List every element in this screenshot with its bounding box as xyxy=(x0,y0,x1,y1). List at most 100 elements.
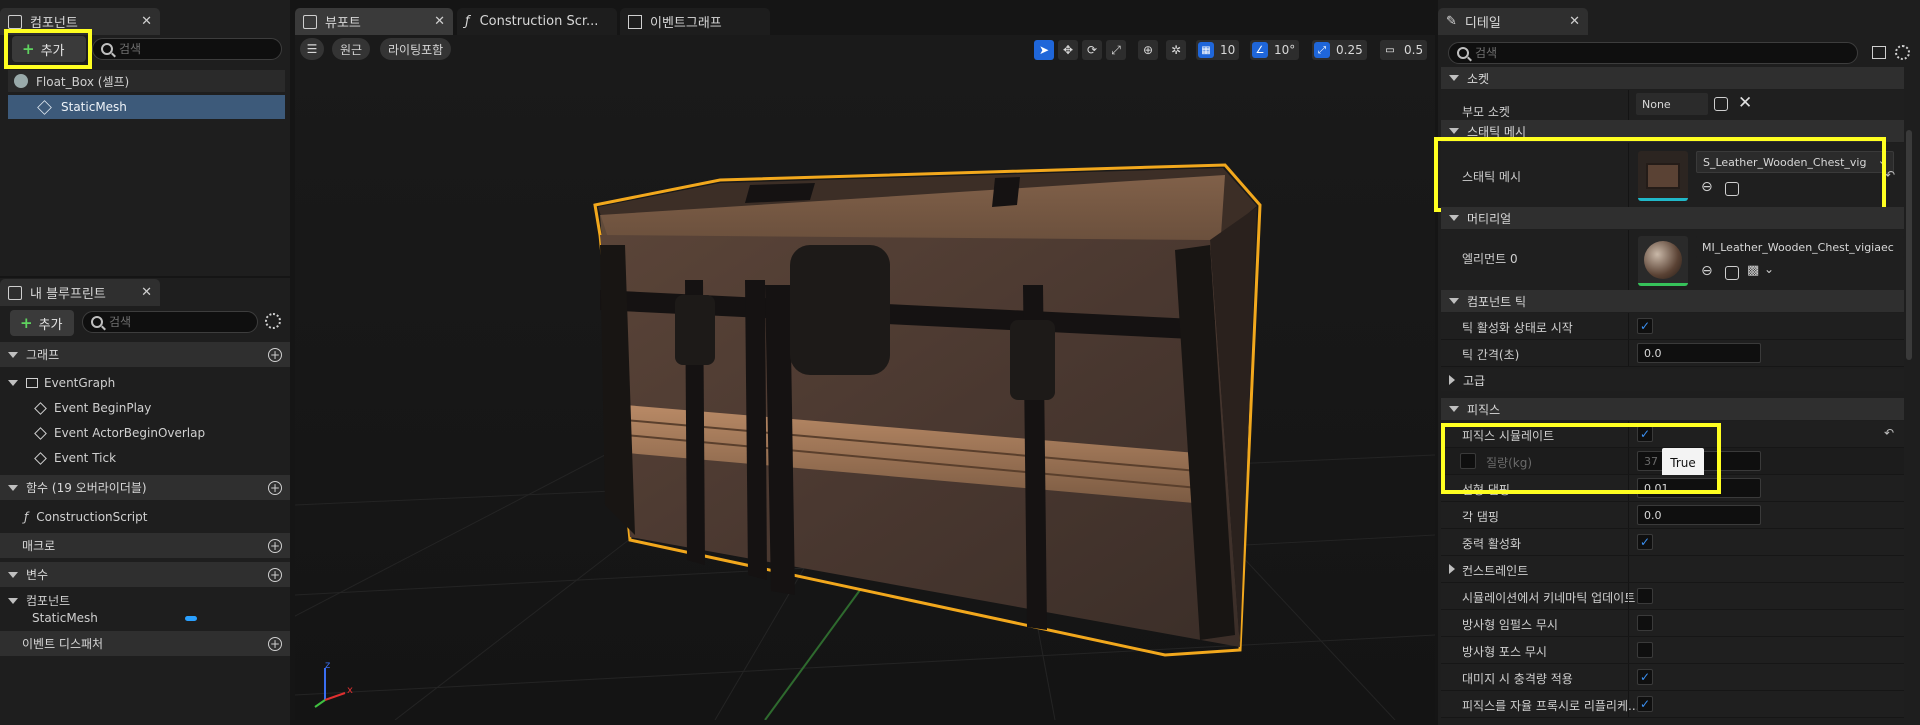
materials-section[interactable]: 머티리얼 xyxy=(1441,207,1904,229)
blueprint-search[interactable] xyxy=(82,311,258,333)
scale-snap-control[interactable]: ⤢ 0.25 xyxy=(1312,40,1367,60)
event-item[interactable]: Event BeginPlay xyxy=(34,401,151,415)
tab-viewport[interactable]: 뷰포트 ✕ xyxy=(295,8,453,35)
angular-damping-field[interactable]: 0.0 xyxy=(1637,505,1761,525)
browse-mesh-icon[interactable] xyxy=(1725,182,1739,196)
macros-section[interactable]: 매크로 + xyxy=(0,533,290,558)
checker-icon[interactable]: ▩ xyxy=(1747,263,1759,278)
reset-icon[interactable]: ↶ xyxy=(1884,426,1894,440)
close-icon[interactable]: ✕ xyxy=(434,14,445,29)
clear-icon[interactable]: ✕ xyxy=(1738,93,1752,113)
functions-section[interactable]: 함수 (19 오버라이더블) + xyxy=(0,475,290,500)
select-tool-icon[interactable]: ➤ xyxy=(1034,40,1054,60)
gear-icon[interactable] xyxy=(1895,45,1910,60)
add-function-icon[interactable]: + xyxy=(268,480,282,495)
socket-section[interactable]: 소켓 xyxy=(1441,67,1904,89)
kinematic-checkbox[interactable] xyxy=(1637,588,1653,604)
lighting-button[interactable]: 라이팅포함 xyxy=(380,38,452,60)
mass-override-checkbox[interactable] xyxy=(1460,453,1476,469)
start-tick-label: 틱 활성화 상태로 시작 xyxy=(1462,321,1573,335)
add-variable-icon[interactable]: + xyxy=(268,567,282,582)
construction-script-item[interactable]: ƒ ConstructionScript xyxy=(24,510,147,524)
start-tick-checkbox[interactable]: ✓ xyxy=(1637,318,1653,334)
details-scrollbar[interactable] xyxy=(1906,130,1912,360)
component-staticmesh-row[interactable]: StaticMesh xyxy=(8,95,285,119)
use-selected-icon[interactable]: ⊖ xyxy=(1701,263,1713,279)
translate-tool-icon[interactable]: ✥ xyxy=(1058,40,1078,60)
components-group[interactable]: 컴포넌트 xyxy=(8,592,70,609)
material-thumbnail[interactable] xyxy=(1638,236,1688,286)
viewport-area[interactable]: z x xyxy=(295,35,1435,720)
reset-static-mesh-icon[interactable]: ↶ xyxy=(1885,168,1895,182)
column-divider xyxy=(1628,637,1629,663)
close-icon[interactable]: ✕ xyxy=(141,14,152,29)
event-item[interactable]: Event Tick xyxy=(34,451,116,465)
damage-impulse-checkbox[interactable]: ✓ xyxy=(1637,669,1653,685)
advanced-section[interactable]: 고급 xyxy=(1441,369,1904,391)
component-tick-section[interactable]: 컴포넌트 틱 xyxy=(1441,290,1904,312)
details-search[interactable] xyxy=(1448,42,1858,64)
perspective-button[interactable]: 원근 xyxy=(332,38,371,60)
replicate-physics-checkbox[interactable]: ✓ xyxy=(1637,696,1653,712)
world-space-icon[interactable]: ⊕ xyxy=(1138,40,1158,60)
simulate-physics-checkbox[interactable]: ✓ xyxy=(1637,426,1653,442)
table-view-icon[interactable] xyxy=(1872,46,1886,59)
tab-event-graph[interactable]: 이벤트그래프 xyxy=(620,8,770,35)
material-dropdown[interactable]: MI_Leather_Wooden_Chest_vigiaec xyxy=(1696,236,1904,258)
static-mesh-variable[interactable]: StaticMesh xyxy=(32,611,98,625)
advanced-section-label: 고급 xyxy=(1463,373,1486,388)
static-mesh-thumbnail[interactable] xyxy=(1638,151,1688,201)
blueprint-search-input[interactable] xyxy=(109,315,257,329)
chevron-down-icon[interactable]: ⌄ xyxy=(1764,262,1774,276)
graph-section[interactable]: 그래프 + xyxy=(0,342,290,367)
tooltip-text: True xyxy=(1670,456,1696,470)
gear-icon[interactable] xyxy=(265,313,281,329)
tab-components[interactable]: 컴포넌트 ✕ xyxy=(0,8,160,35)
scale-tool-icon[interactable]: ⤢ xyxy=(1106,40,1126,60)
gravity-checkbox[interactable]: ✓ xyxy=(1637,534,1653,550)
tick-interval-field[interactable]: 0.0 xyxy=(1637,343,1761,363)
parent-socket-field[interactable]: None xyxy=(1636,93,1708,115)
close-icon[interactable]: ✕ xyxy=(141,285,152,300)
component-root-row[interactable]: Float_Box (셀프) xyxy=(8,70,285,92)
event-icon xyxy=(34,426,47,440)
use-selected-icon[interactable]: ⊖ xyxy=(1701,179,1713,195)
rotate-tool-icon[interactable]: ⟳ xyxy=(1082,40,1102,60)
details-search-input[interactable] xyxy=(1475,46,1857,60)
add-component-button[interactable]: + 추가 xyxy=(12,36,86,62)
grid-snap-control[interactable]: ▦ 10 xyxy=(1196,40,1240,60)
component-search-input[interactable] xyxy=(119,42,281,56)
physics-section[interactable]: 피직스 xyxy=(1441,398,1904,420)
browse-socket-icon[interactable] xyxy=(1714,97,1728,111)
event-icon xyxy=(34,401,47,415)
close-icon[interactable]: ✕ xyxy=(1569,14,1580,29)
radial-force-checkbox[interactable] xyxy=(1637,642,1653,658)
linear-damping-field[interactable]: 0.01 xyxy=(1637,478,1761,498)
add-blueprint-item-button[interactable]: + 추가 xyxy=(10,310,74,336)
tab-construction-script[interactable]: ƒ Construction Scr... xyxy=(457,8,617,35)
add-graph-icon[interactable]: + xyxy=(268,347,282,362)
component-search[interactable] xyxy=(92,38,282,60)
rotation-snap-control[interactable]: ∠ 10° xyxy=(1250,40,1300,60)
constraints-row[interactable]: 컨스트레인트 xyxy=(1441,556,1904,583)
add-macro-icon[interactable]: + xyxy=(268,538,282,553)
static-mesh-section[interactable]: 스태틱 메시 xyxy=(1441,120,1904,142)
dispatchers-section[interactable]: 이벤트 디스패처 + xyxy=(0,631,290,656)
add-dispatcher-icon[interactable]: + xyxy=(268,636,282,651)
chevron-down-icon xyxy=(1449,75,1459,81)
static-mesh-row: 스태틱 메시 S_Leather_Wooden_Chest_vig ⌄ ⊖ xyxy=(1441,143,1904,211)
event-item[interactable]: Event ActorBeginOverlap xyxy=(34,426,205,440)
tab-details[interactable]: ✎ 디테일 ✕ xyxy=(1438,8,1588,35)
chevron-down-icon xyxy=(1449,298,1459,304)
static-mesh-dropdown[interactable]: S_Leather_Wooden_Chest_vig ⌄ xyxy=(1696,151,1894,173)
variables-section[interactable]: 변수 + xyxy=(0,562,290,587)
tab-components-label: 컴포넌트 xyxy=(30,16,78,31)
surface-snap-icon[interactable]: ✲ xyxy=(1166,40,1186,60)
viewport-menu-button[interactable]: ☰ xyxy=(300,38,324,60)
event-graph-item[interactable]: EventGraph xyxy=(8,376,115,390)
browse-material-icon[interactable] xyxy=(1725,266,1739,280)
camera-speed-control[interactable]: ▭ 0.5 xyxy=(1380,40,1428,60)
radial-impulse-checkbox[interactable] xyxy=(1637,615,1653,631)
element0-row: 엘리먼트 0 MI_Leather_Wooden_Chest_vigiaec ⊖… xyxy=(1441,230,1904,298)
tab-my-blueprint[interactable]: 내 블루프린트 ✕ xyxy=(0,279,160,306)
